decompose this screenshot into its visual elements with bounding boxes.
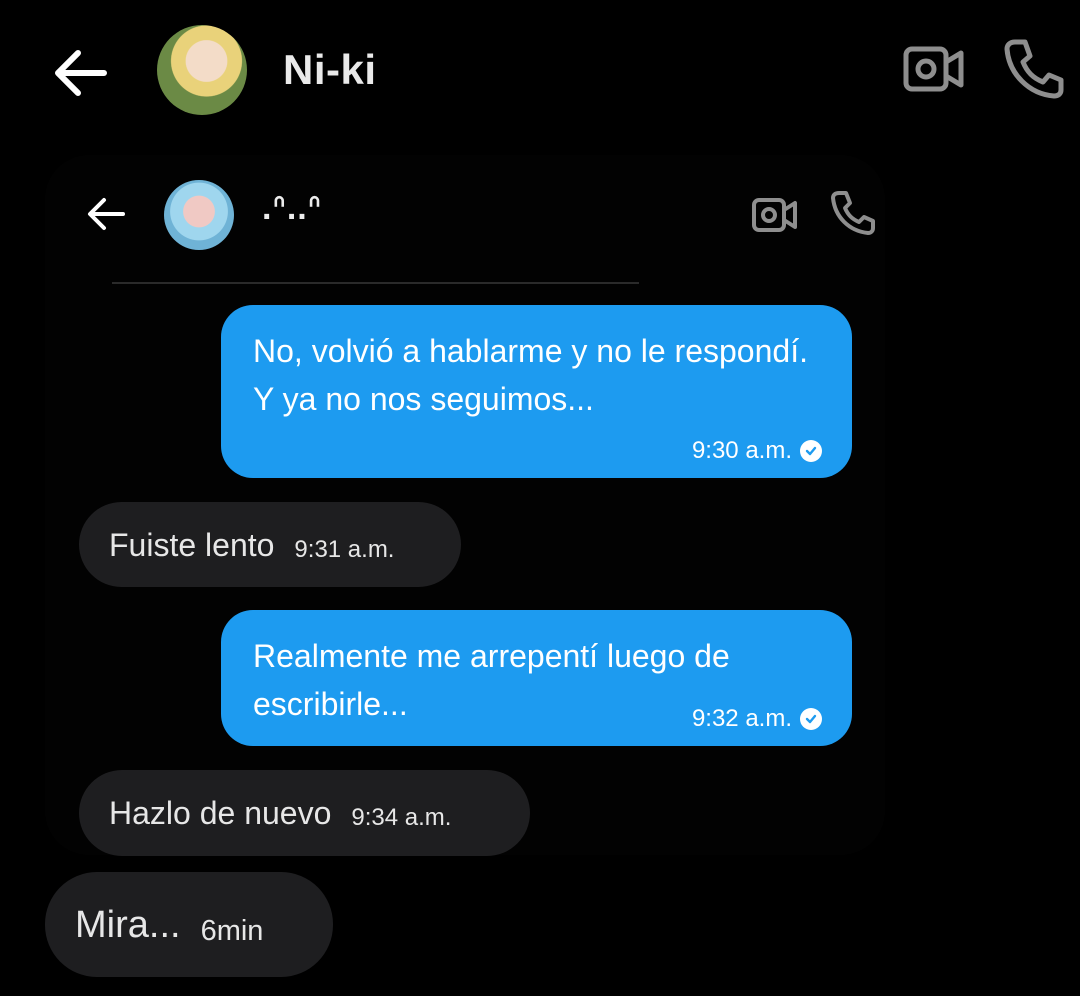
message-text: No, volvió a hablarme y no le respondí. …: [253, 333, 808, 417]
outgoing-message[interactable]: No, volvió a hablarme y no le respondí. …: [221, 305, 852, 478]
outgoing-message[interactable]: Realmente me arrepentí luego de escribir…: [221, 610, 852, 746]
incoming-message[interactable]: Fuiste lento 9:31 a.m.: [79, 502, 461, 587]
divider: [112, 282, 639, 284]
incoming-message[interactable]: Hazlo de nuevo 9:34 a.m.: [79, 770, 530, 856]
embedded-video-camera-icon: [752, 195, 798, 235]
message-text: Mira...: [75, 903, 181, 946]
incoming-message[interactable]: Mira... 6min: [45, 872, 333, 977]
contact-name[interactable]: Ni-ki: [283, 46, 377, 94]
message-time: 9:34 a.m.: [351, 804, 452, 831]
contact-avatar[interactable]: [157, 25, 247, 115]
embedded-contact-avatar: [164, 180, 234, 250]
video-camera-icon[interactable]: [903, 42, 965, 96]
embedded-back-arrow-icon: [85, 195, 127, 233]
phone-icon[interactable]: [1003, 38, 1065, 100]
embedded-contact-name: .ᐢ..ᐢ: [262, 189, 323, 227]
message-text: Realmente me arrepentí luego de escribir…: [253, 638, 730, 722]
message-time: 9:31 a.m.: [294, 535, 395, 563]
back-arrow-icon[interactable]: [50, 45, 110, 101]
read-check-icon: [800, 440, 822, 462]
message-time: 9:32 a.m.: [691, 705, 792, 732]
message-text: Hazlo de nuevo: [109, 795, 332, 831]
message-time: 6min: [200, 914, 264, 947]
message-time: 9:30 a.m.: [691, 437, 792, 464]
message-text: Fuiste lento: [109, 526, 275, 563]
embedded-phone-icon: [830, 190, 876, 236]
read-check-icon: [800, 708, 822, 730]
